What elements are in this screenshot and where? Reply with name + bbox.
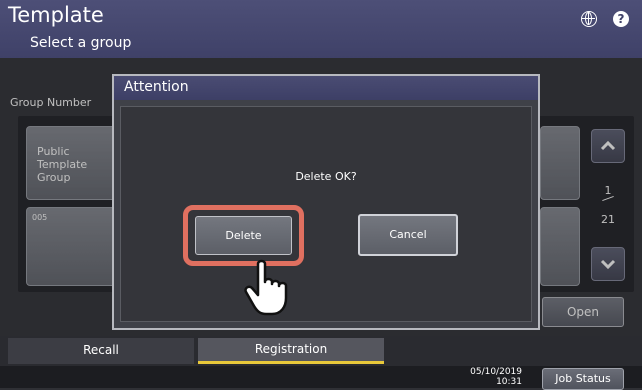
- tab-registration[interactable]: Registration: [198, 338, 384, 364]
- help-icon[interactable]: ?: [613, 11, 629, 27]
- globe-icon[interactable]: [581, 11, 597, 27]
- dialog-body: [120, 106, 532, 322]
- page-subtitle: Select a group: [30, 35, 132, 51]
- page-title: Template: [8, 3, 104, 27]
- delete-button[interactable]: Delete: [195, 216, 292, 255]
- pointing-hand-icon: [244, 259, 288, 316]
- date-time: 05/10/2019 10:31: [462, 367, 522, 387]
- job-status-button[interactable]: Job Status: [542, 368, 624, 390]
- date-text: 05/10/2019: [470, 367, 522, 377]
- time-text: 10:31: [496, 377, 522, 387]
- cancel-button[interactable]: Cancel: [358, 214, 458, 256]
- dialog-title: Attention: [124, 79, 189, 95]
- tab-recall[interactable]: Recall: [8, 338, 194, 364]
- dialog-message: Delete OK?: [295, 170, 357, 183]
